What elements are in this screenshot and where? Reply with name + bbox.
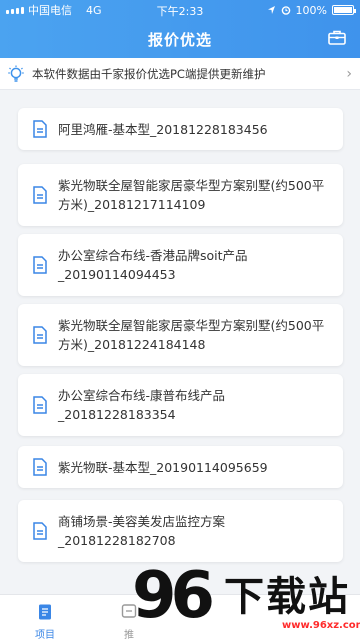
project-card[interactable]: 紫光物联-基本型_20190114095659	[18, 446, 343, 488]
document-icon	[33, 396, 47, 414]
notice-text: 本软件数据由千家报价优选PC端提供更新维护	[32, 66, 266, 81]
project-name: 办公室综合布线-香港品牌soit产品_20190114094453	[58, 248, 248, 282]
page-title: 报价优选	[147, 30, 212, 49]
project-name: 紫光物联-基本型_20190114095659	[58, 459, 268, 475]
project-name: 紫光物联全屋智能家居豪华型方案别墅(约500平方米)_2018121711410…	[58, 178, 325, 212]
briefcase-icon[interactable]	[328, 30, 346, 45]
alarm-icon	[281, 6, 290, 15]
battery-icon	[332, 5, 356, 15]
project-name: 阿里鸿雁-基本型_20181228183456	[58, 121, 268, 137]
watermark-number: 96	[132, 559, 215, 633]
watermark-url: www.96xz.com	[282, 620, 360, 631]
project-name: 紫光物联全屋智能家居豪华型方案别墅(约500平方米)_2018122418414…	[58, 318, 325, 352]
project-card[interactable]: 紫光物联全屋智能家居豪华型方案别墅(约500平方米)_2018121711410…	[18, 164, 343, 226]
chevron-right-icon: ›	[346, 65, 352, 82]
project-book-icon	[39, 604, 51, 620]
project-card[interactable]: 办公室综合布线-康普布线产品_20181228183354	[18, 374, 343, 436]
document-icon	[33, 186, 47, 204]
project-card[interactable]: 紫光物联全屋智能家居豪华型方案别墅(约500平方米)_2018122418414…	[18, 304, 343, 366]
document-icon	[33, 326, 47, 344]
document-icon	[33, 522, 47, 540]
tab-projects[interactable]: 项目	[0, 595, 90, 640]
document-icon	[33, 458, 47, 476]
document-icon	[33, 256, 47, 274]
project-name: 办公室综合布线-康普布线产品_20181228183354	[58, 388, 226, 422]
status-bar: 中国电信 4G 下午2:33 100%	[0, 0, 360, 20]
project-name: 商铺场景-美容美发店监控方案_20181228182708	[58, 514, 226, 548]
project-card[interactable]: 阿里鸿雁-基本型_20181228183456	[18, 108, 343, 150]
document-icon	[33, 120, 47, 138]
tab-projects-label: 项目	[35, 630, 55, 640]
project-card[interactable]: 办公室综合布线-香港品牌soit产品_20190114094453	[18, 234, 343, 296]
lightbulb-icon	[8, 65, 24, 82]
project-card[interactable]: 商铺场景-美容美发店监控方案_20181228182708	[18, 500, 343, 562]
notice-bar[interactable]: 本软件数据由千家报价优选PC端提供更新维护 ›	[0, 58, 360, 90]
watermark-logo: 96 下载站 www.96xz.com	[132, 556, 360, 640]
location-icon	[267, 6, 275, 14]
battery-percent: 100%	[295, 3, 327, 17]
watermark-text: 下载站	[224, 574, 350, 620]
